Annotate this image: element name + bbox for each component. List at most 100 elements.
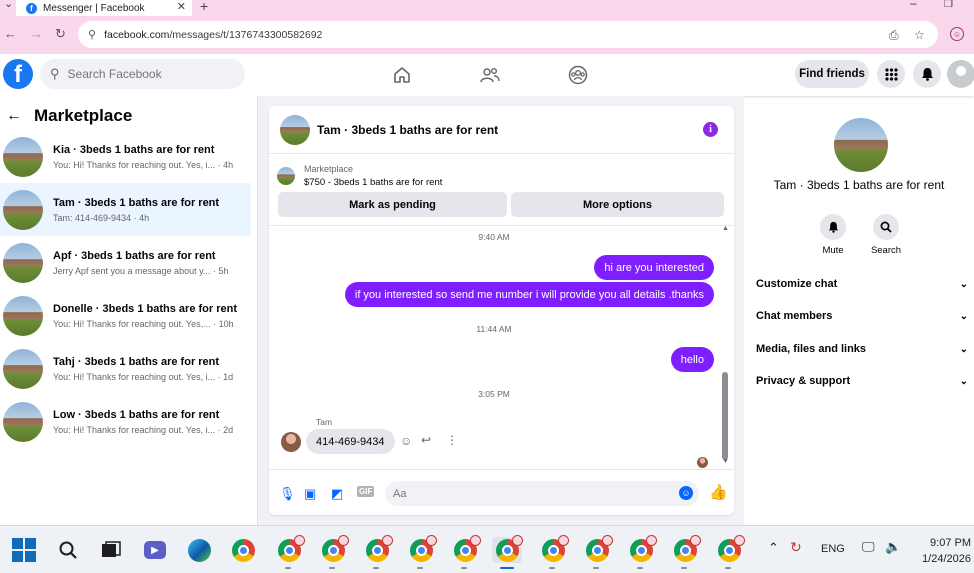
conversation-item[interactable]: Donelle · 3beds 1 baths are for rent You… bbox=[0, 289, 251, 342]
facebook-logo-icon[interactable]: f bbox=[3, 59, 33, 89]
running-indicator bbox=[373, 567, 379, 569]
browser-tab-messenger[interactable]: f Messenger | Facebook ✕ bbox=[16, 0, 192, 16]
chat-header[interactable]: Tam · 3beds 1 baths are for rent bbox=[269, 106, 734, 154]
network-icon[interactable]: 🖵 bbox=[862, 539, 875, 555]
gif-icon[interactable]: GIF bbox=[357, 486, 375, 497]
find-friends-button[interactable]: Find friends bbox=[795, 60, 869, 88]
mark-as-pending-button[interactable]: Mark as pending bbox=[278, 192, 507, 217]
privacy-support-section[interactable]: Privacy & support ⌄ bbox=[756, 369, 968, 393]
search-icon: ⚲ bbox=[50, 66, 60, 81]
reload-icon[interactable]: ↻ bbox=[55, 26, 66, 42]
tab-search-chevron-icon[interactable]: ⌄ bbox=[4, 0, 13, 10]
chat-scrollbar-thumb[interactable] bbox=[722, 372, 728, 460]
update-sync-icon[interactable]: ↻ bbox=[790, 539, 802, 556]
media-files-links-section[interactable]: Media, files and links ⌄ bbox=[756, 337, 968, 361]
reply-icon[interactable]: ↩ bbox=[421, 433, 431, 447]
seen-avatar bbox=[697, 457, 708, 468]
meet-chat-icon[interactable]: ▶ bbox=[142, 537, 168, 563]
notifications-bell-icon[interactable] bbox=[913, 60, 941, 88]
conversation-item[interactable]: Low · 3beds 1 baths are for rent You: Hi… bbox=[0, 395, 251, 448]
microphone-icon[interactable]: 🎙 bbox=[279, 486, 296, 502]
sticker-icon[interactable]: ◩ bbox=[331, 486, 343, 502]
groups-icon[interactable] bbox=[566, 63, 590, 87]
conversation-snippet: Tam: 414-469-9434 bbox=[53, 212, 132, 223]
conversation-time: · 1d bbox=[217, 371, 234, 382]
photo-icon[interactable]: ▣ bbox=[304, 486, 316, 502]
back-arrow-icon[interactable]: ← bbox=[6, 107, 22, 125]
chrome-profile-icon[interactable] bbox=[364, 534, 393, 563]
chrome-profile-icon[interactable] bbox=[408, 534, 437, 563]
install-app-icon[interactable]: ⎙ bbox=[889, 28, 899, 43]
chat-pane: Tam · 3beds 1 baths are for rent i Marke… bbox=[269, 106, 734, 515]
chrome-icon[interactable] bbox=[230, 537, 256, 563]
listing-thumbnail bbox=[3, 189, 43, 230]
marketplace-listing-card[interactable]: Marketplace $750 - 3beds 1 baths are for… bbox=[277, 160, 727, 192]
conversation-item[interactable]: Kia · 3beds 1 baths are for rent You: Hi… bbox=[0, 130, 251, 183]
thumbs-up-icon[interactable]: 👍 bbox=[709, 483, 728, 501]
address-bar[interactable]: ⚲ facebook.com/messages/t/13767433005826… bbox=[78, 21, 938, 48]
facebook-search-box[interactable]: ⚲ bbox=[40, 59, 245, 89]
scroll-down-arrow-icon[interactable]: ▼ bbox=[722, 458, 729, 465]
bookmark-star-icon[interactable]: ☆ bbox=[914, 28, 925, 42]
menu-grid-icon[interactable] bbox=[877, 60, 905, 88]
conversation-item-active[interactable]: Tam · 3beds 1 baths are for rent Tam: 41… bbox=[0, 183, 251, 236]
account-avatar[interactable] bbox=[947, 60, 974, 88]
chrome-profile-icon[interactable] bbox=[276, 534, 305, 563]
more-options-button[interactable]: More options bbox=[511, 192, 724, 217]
chrome-profile-icon[interactable] bbox=[716, 534, 745, 563]
react-emoji-icon[interactable]: ☺ bbox=[400, 434, 412, 448]
system-clock[interactable]: 9:07 PM 1/24/2026 bbox=[905, 535, 971, 567]
chrome-profile-icon[interactable] bbox=[628, 534, 657, 563]
chrome-profile-icon[interactable] bbox=[584, 534, 613, 563]
more-actions-icon[interactable]: ⋮ bbox=[446, 433, 458, 447]
chrome-profile-icon[interactable] bbox=[320, 534, 349, 563]
volume-icon[interactable]: 🔈 bbox=[885, 539, 901, 555]
running-indicator bbox=[549, 567, 555, 569]
chrome-profile-icon[interactable] bbox=[452, 534, 481, 563]
edge-browser-icon[interactable] bbox=[186, 537, 212, 563]
new-tab-button[interactable]: + bbox=[200, 0, 208, 14]
customize-chat-section[interactable]: Customize chat ⌄ bbox=[756, 272, 968, 296]
task-view-icon[interactable] bbox=[98, 537, 124, 563]
chrome-profile-icon[interactable] bbox=[540, 534, 569, 563]
emoji-icon[interactable]: ☺ bbox=[679, 486, 693, 500]
search-icon[interactable] bbox=[55, 537, 81, 563]
conversation-item[interactable]: Tahj · 3beds 1 baths are for rent You: H… bbox=[0, 342, 251, 395]
mute-button[interactable]: Mute bbox=[808, 214, 858, 256]
language-indicator[interactable]: ENG bbox=[821, 543, 845, 555]
chrome-profile-icon[interactable] bbox=[672, 534, 701, 563]
window-minimize-icon[interactable]: – bbox=[910, 0, 917, 10]
outgoing-message[interactable]: if you interested so send me number i wi… bbox=[344, 282, 714, 307]
sender-avatar[interactable] bbox=[281, 432, 301, 452]
close-tab-icon[interactable]: ✕ bbox=[177, 0, 186, 13]
conversation-time: · 5h bbox=[212, 265, 229, 276]
conversation-name: Tam · 3beds 1 baths are for rent bbox=[53, 196, 220, 209]
outgoing-message[interactable]: hi are you interested bbox=[594, 255, 714, 280]
window-restore-icon[interactable]: ❐ bbox=[944, 0, 953, 10]
chat-members-section[interactable]: Chat members ⌄ bbox=[756, 304, 968, 328]
conversation-info-icon[interactable]: i bbox=[703, 122, 718, 137]
timestamp: 3:05 PM bbox=[478, 389, 510, 399]
scroll-up-arrow-icon[interactable]: ▲ bbox=[722, 225, 729, 232]
chat-avatar bbox=[280, 114, 310, 145]
browser-profile-icon[interactable]: ☺ bbox=[950, 27, 964, 41]
friends-icon[interactable] bbox=[478, 63, 502, 87]
message-list[interactable]: 9:40 AM hi are you interested if you int… bbox=[269, 225, 734, 469]
start-button[interactable] bbox=[11, 537, 37, 563]
search-input[interactable] bbox=[67, 67, 228, 81]
conversation-time: · 10h bbox=[213, 318, 234, 329]
section-label: Media, files and links bbox=[756, 343, 867, 355]
incoming-message[interactable]: 414-469-9434 bbox=[306, 429, 395, 454]
back-arrow-icon[interactable]: ← bbox=[4, 26, 17, 41]
search-in-conversation-button[interactable]: Search bbox=[861, 214, 911, 256]
message-input-box[interactable]: ☺ bbox=[385, 481, 699, 506]
chrome-profile-icon-active[interactable] bbox=[492, 534, 523, 563]
site-info-icon[interactable]: ⚲ bbox=[88, 28, 96, 41]
home-icon[interactable] bbox=[390, 63, 414, 87]
message-input[interactable] bbox=[393, 487, 663, 500]
forward-arrow-icon[interactable]: → bbox=[30, 26, 43, 41]
outgoing-message[interactable]: hello bbox=[670, 347, 714, 372]
running-indicator-active bbox=[500, 567, 514, 569]
show-hidden-icons-chevron-icon[interactable]: ⌃ bbox=[768, 540, 779, 556]
conversation-item[interactable]: Apf · 3beds 1 baths are for rent Jerry A… bbox=[0, 236, 251, 289]
